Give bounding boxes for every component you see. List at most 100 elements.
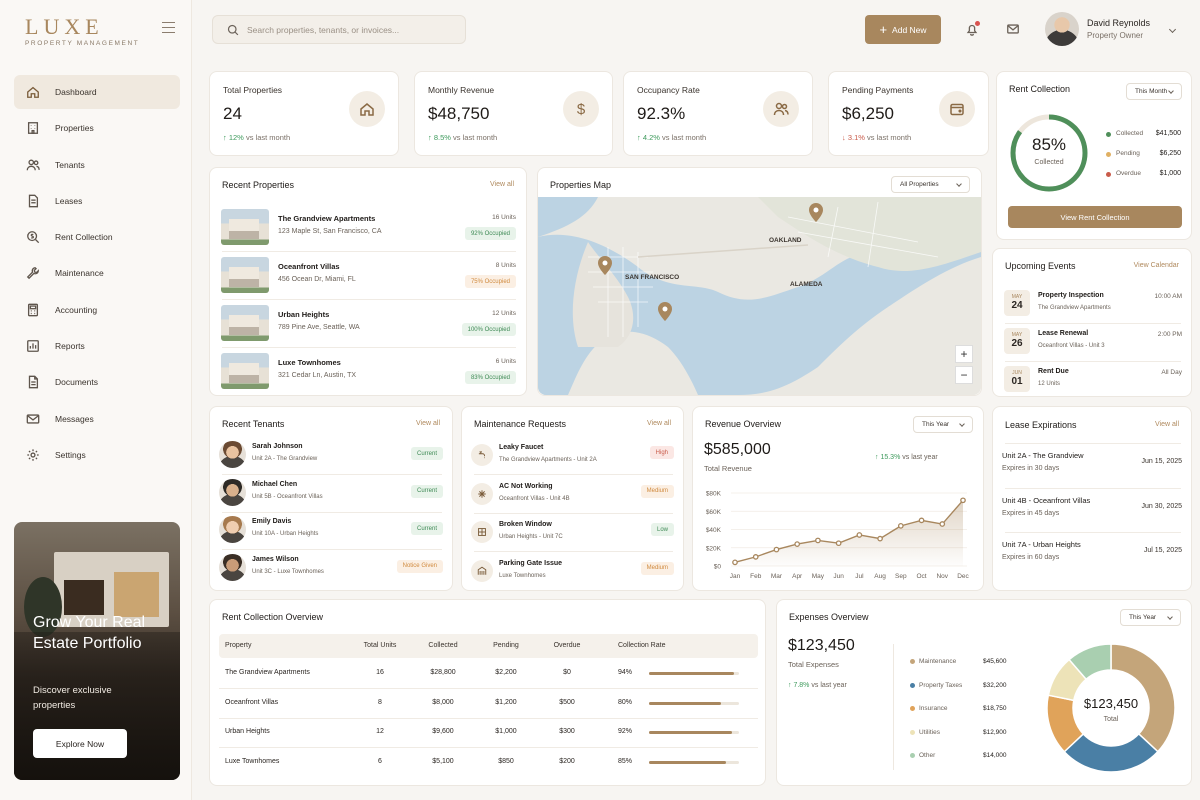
maintenance-row[interactable]: Parking Gate Issue Luxe Townhomes Medium [462, 556, 685, 590]
maintenance-title: AC Not Working [499, 482, 553, 490]
leases-view-all[interactable]: View all [1155, 421, 1179, 428]
recent-properties-view-all[interactable]: View all [490, 181, 514, 188]
property-name: Oceanfront Villas [278, 262, 340, 271]
user-name: David Reynolds [1087, 18, 1151, 28]
lease-row[interactable]: Unit 7A - Urban Heights Expires in 60 day… [993, 532, 1193, 576]
maintenance-title: Maintenance Requests [474, 419, 567, 429]
occupancy-badge: 75% Occupied [464, 275, 516, 288]
rent-period-dropdown[interactable]: This Month [1126, 83, 1182, 100]
event-row[interactable]: JUN 01 Rent Due 12 Units All Day [993, 364, 1193, 398]
mail-icon[interactable] [1006, 22, 1020, 36]
sidebar-item-accounting[interactable]: Accounting [14, 293, 180, 327]
stat-label: Pending Payments [842, 85, 914, 95]
expenses-period-dropdown[interactable]: This Year [1120, 609, 1181, 626]
user-menu-chevron-icon[interactable] [1168, 25, 1177, 34]
menu-icon[interactable] [162, 22, 175, 33]
maintenance-row[interactable]: AC Not Working Oceanfront Villas - Unit 4… [462, 479, 685, 514]
view-rent-collection-button[interactable]: View Rent Collection [1008, 206, 1182, 228]
occupancy-badge: 92% Occupied [464, 227, 516, 240]
event-row[interactable]: MAY 24 Property Inspection The Grandview Ap… [993, 288, 1193, 324]
sidebar-item-dashboard[interactable]: Dashboard [14, 75, 180, 109]
divider [222, 251, 516, 252]
file-icon [26, 375, 55, 389]
table-row[interactable]: Oceanfront Villas 8 $8,000 $1,200 $500 80% [219, 690, 758, 719]
tenant-row[interactable]: Sarah Johnson Unit 2A - The Grandview Curr… [210, 440, 454, 475]
property-thumbnail [221, 257, 269, 293]
tenant-row[interactable]: James Wilson Unit 3C - Luxe Townhomes Noti… [210, 553, 454, 587]
expenses-change: ↑ 7.8% vs last year [788, 682, 847, 689]
maintenance-row[interactable]: Leaky Faucet The Grandview Apartments - U… [462, 440, 685, 475]
maintenance-view-all[interactable]: View all [647, 420, 671, 427]
revenue-chart: $0 $20K $40K $60K $80K Jan Feb Mar Apr May Jun Jul A… [706, 491, 970, 581]
lease-row[interactable]: Unit 2A - The Grandview Expires in 30 day… [993, 443, 1193, 487]
collection-rate-fill [649, 672, 734, 675]
legend-dot [910, 753, 915, 758]
bell-icon[interactable] [965, 21, 980, 36]
user-avatar[interactable] [1045, 12, 1079, 46]
divider [222, 474, 442, 475]
divider [222, 549, 442, 550]
tenant-avatar [219, 553, 246, 581]
x-tick-label: Oct [916, 573, 926, 580]
table-row[interactable]: The Grandview Apartments 16 $28,800 $2,200 $… [219, 660, 758, 689]
divider [222, 347, 516, 348]
sidebar-item-maintenance[interactable]: Maintenance [14, 256, 180, 290]
map-pin-icon[interactable] [658, 302, 672, 321]
property-row[interactable]: The Grandview Apartments 123 Maple St, Sa… [210, 207, 528, 252]
explore-now-button[interactable]: Explore Now [33, 729, 127, 758]
sidebar-item-label: Accounting [55, 304, 98, 315]
table-cell-units: 16 [376, 669, 384, 676]
sidebar-item-leases[interactable]: Leases [14, 184, 180, 218]
view-calendar-link[interactable]: View Calendar [1134, 262, 1179, 269]
sidebar-item-reports[interactable]: Reports [14, 329, 180, 363]
sidebar-item-settings[interactable]: Settings [14, 438, 180, 472]
wallet-icon [939, 91, 975, 127]
revenue-period-dropdown[interactable]: This Year [913, 416, 973, 433]
maintenance-row[interactable]: Broken Window Urban Heights - Unit 7C Low [462, 517, 685, 552]
lease-date: Jul 15, 2025 [1143, 547, 1182, 554]
map-pin-icon[interactable] [809, 203, 823, 222]
table-row[interactable]: Urban Heights 12 $9,600 $1,000 $300 92% [219, 719, 758, 748]
users-icon [26, 158, 55, 172]
event-subtitle: The Grandview Apartments [1038, 305, 1111, 311]
notification-dot [975, 21, 980, 26]
chevron-down-icon [956, 181, 962, 187]
divider [1005, 443, 1181, 444]
event-date: JUN 01 [1004, 366, 1030, 392]
table-cell-rate: 94% [618, 669, 633, 676]
property-row[interactable]: Oceanfront Villas 456 Ocean Dr, Miami, FL… [210, 255, 528, 300]
x-tick-label: Dec [957, 573, 969, 580]
search-bar[interactable]: Search properties, tenants, or invoices.… [212, 15, 466, 44]
table-cell-pending: $1,200 [495, 698, 517, 706]
stat-value: 92.3% [637, 104, 686, 123]
maintenance-title: Broken Window [499, 521, 552, 528]
divider [474, 512, 673, 514]
tenant-row[interactable]: Michael Chen Unit 5B - Oceanfront Villas C… [210, 478, 454, 513]
tenant-row[interactable]: Emily Davis Unit 10A - Urban Heights Curre… [210, 515, 454, 550]
map-filter-dropdown[interactable]: All Properties [891, 176, 970, 193]
revenue-point [752, 554, 759, 560]
add-new-button[interactable]: + Add New [865, 15, 941, 44]
stat-label: Occupancy Rate [637, 85, 700, 95]
table-row[interactable]: Luxe Townhomes 6 $5,100 $850 $200 85% [219, 749, 758, 778]
sidebar-item-documents[interactable]: Documents [14, 365, 180, 399]
map-pin-icon[interactable] [598, 256, 612, 275]
tenants-view-all[interactable]: View all [416, 420, 440, 427]
properties-map[interactable]: SAN FRANCISCO OAKLAND ALAMEDA + − [538, 197, 981, 395]
revenue-point [773, 546, 780, 553]
expense-value: $14,000 [983, 752, 1007, 759]
lease-row[interactable]: Unit 4B - Oceanfront Villas Expires in 45… [993, 487, 1193, 532]
sidebar-item-messages[interactable]: Messages [14, 402, 180, 436]
event-row[interactable]: MAY 26 Lease Renewal Oceanfront Villas - Un… [993, 326, 1193, 362]
property-row[interactable]: Urban Heights 789 Pine Ave, Seattle, WA 12… [210, 303, 528, 348]
map-zoom-in-button[interactable]: + [955, 345, 973, 363]
map-zoom-out-button[interactable]: − [955, 366, 973, 384]
sidebar-item-tenants[interactable]: Tenants [14, 148, 180, 182]
lease-expires: Expires in 30 days [1002, 465, 1060, 472]
sidebar-item-properties[interactable]: Properties [14, 111, 180, 145]
property-row[interactable]: Luxe Townhomes 321 Cedar Ln, Austin, TX 6 … [210, 351, 528, 395]
stat-change-value: 12% [228, 133, 244, 142]
rent-legend-label: Pending [1116, 150, 1140, 157]
sidebar-item-rent-collection[interactable]: Rent Collection [14, 220, 180, 254]
property-thumbnail [221, 353, 269, 389]
